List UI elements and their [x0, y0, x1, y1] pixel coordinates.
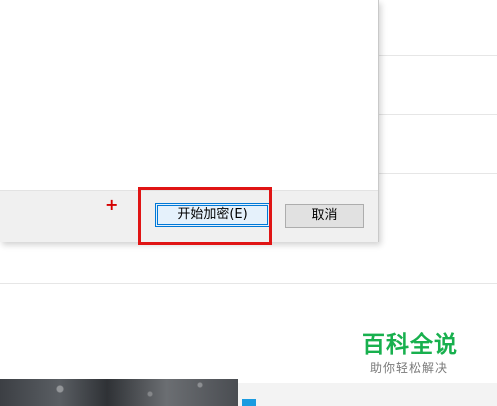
background-divider	[378, 114, 497, 115]
highlight-annotation-box	[138, 187, 272, 245]
watermark-subtitle: 助你轻松解决	[370, 361, 449, 375]
watermark-title: 百科全说	[362, 332, 458, 358]
crosshair-cursor-icon: +	[105, 195, 119, 214]
background-divider	[378, 173, 497, 174]
background-divider	[378, 55, 497, 56]
thumbnail-image	[0, 379, 238, 406]
cancel-button[interactable]: 取消	[285, 204, 364, 228]
dialog-content-area	[0, 0, 378, 190]
content-strip	[238, 383, 497, 406]
blue-tag-icon	[242, 399, 256, 406]
background-divider	[0, 283, 497, 284]
